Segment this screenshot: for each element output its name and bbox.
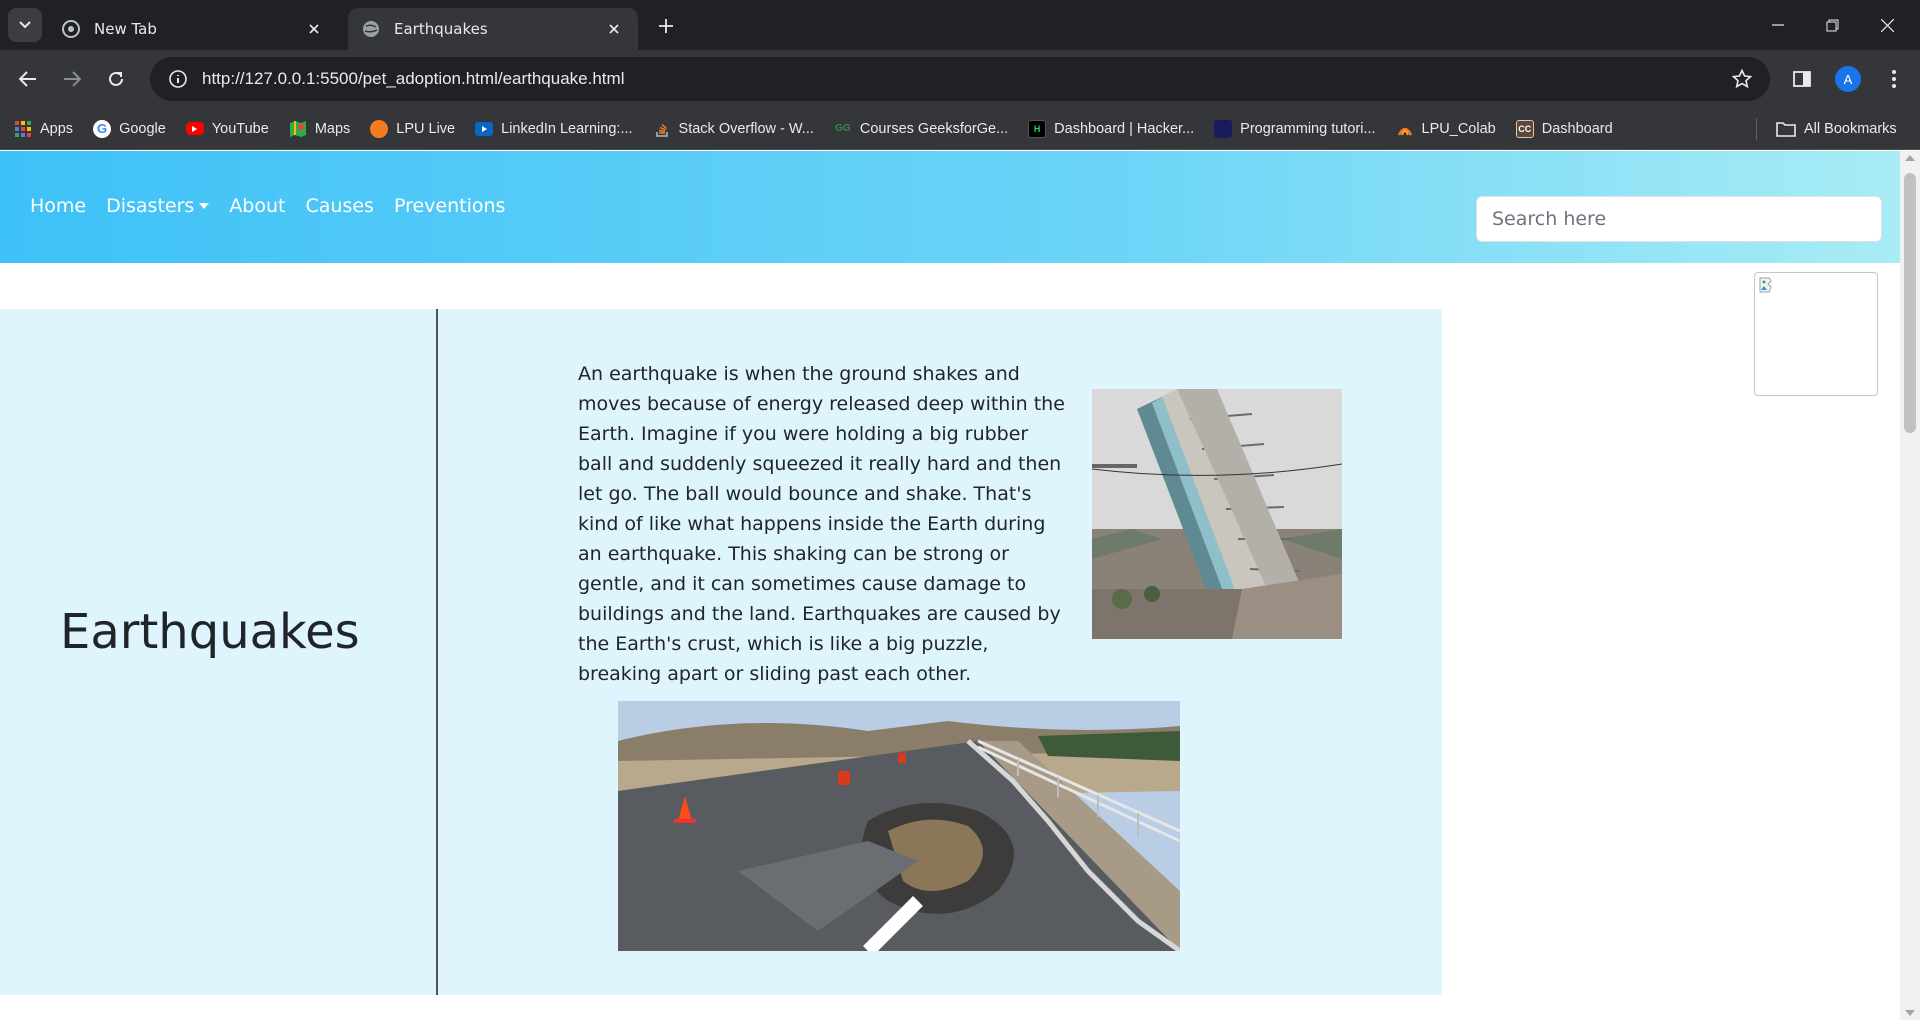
nav-preventions[interactable]: Preventions <box>394 195 505 217</box>
reload-icon <box>109 71 123 86</box>
profile-avatar[interactable]: A <box>1835 66 1861 92</box>
bookmark-label: Dashboard | Hacker... <box>1054 120 1195 137</box>
maps-icon <box>289 120 307 138</box>
bookmark-label: LPU Live <box>396 120 456 137</box>
restore-button[interactable] <box>1805 0 1860 50</box>
bookmark-hackerrank[interactable]: H Dashboard | Hacker... <box>1028 119 1195 138</box>
codechef-icon: CC <box>1515 119 1534 138</box>
bookmark-label: Courses GeeksforGe... <box>859 120 1009 137</box>
bookmarks-divider <box>1756 118 1757 140</box>
arrow-right-icon <box>64 71 81 87</box>
cracked-road-image <box>618 701 1180 951</box>
leaning-building-image <box>1092 389 1342 639</box>
bookmark-geeksforgeeks[interactable]: GG Courses GeeksforGe... <box>834 120 1008 138</box>
globe-icon <box>362 20 380 38</box>
linkedin-learning-icon <box>475 121 494 136</box>
apps-grid-icon <box>14 120 32 138</box>
back-button[interactable] <box>12 63 44 95</box>
bookmark-apps[interactable]: Apps <box>14 120 73 138</box>
tab-new-tab[interactable]: New Tab <box>48 8 338 50</box>
nav-disasters-dropdown[interactable]: Disasters <box>106 195 210 217</box>
nav-disasters-label: Disasters <box>106 195 195 217</box>
scrollbar-thumb[interactable] <box>1904 173 1916 433</box>
geeksforgeeks-icon: GG <box>835 123 851 134</box>
bookmark-star-icon[interactable] <box>1722 69 1762 89</box>
arrow-left-icon <box>19 71 36 87</box>
all-bookmarks-button[interactable]: All Bookmarks <box>1776 108 1897 150</box>
scroll-down-arrow-icon[interactable] <box>1905 1010 1915 1016</box>
page-viewport: Home Disasters About Causes Preventions … <box>0 151 1900 1020</box>
forward-button[interactable] <box>56 63 88 95</box>
bookmark-label: YouTube <box>211 120 269 137</box>
url-text[interactable]: http://127.0.0.1:5500/pet_adoption.html/… <box>202 69 1722 89</box>
nav-links: Home Disasters About Causes Preventions <box>30 195 525 217</box>
nav-about[interactable]: About <box>229 195 285 217</box>
bookmark-label: LinkedIn Learning:... <box>501 120 633 137</box>
bookmark-label: Apps <box>40 120 74 137</box>
stackoverflow-icon <box>653 120 671 138</box>
folder-icon <box>1776 122 1796 137</box>
close-tab-icon[interactable] <box>304 19 324 39</box>
nav-home[interactable]: Home <box>30 195 86 217</box>
kebab-menu-icon <box>1892 70 1896 88</box>
plus-icon <box>659 19 673 33</box>
site-info-icon[interactable] <box>158 69 198 89</box>
nav-causes[interactable]: Causes <box>306 195 374 217</box>
address-bar[interactable]: http://127.0.0.1:5500/pet_adoption.html/… <box>150 57 1770 101</box>
broken-image-icon <box>1759 277 1772 293</box>
bookmarks-bar: Apps G Google YouTube Maps LPU Live Link… <box>0 108 1920 150</box>
bookmark-dashboard[interactable]: CC Dashboard <box>1515 119 1613 138</box>
tab-earthquakes[interactable]: Earthquakes <box>348 8 638 50</box>
bookmark-label: Programming tutori... <box>1240 120 1376 137</box>
google-icon: G <box>93 119 112 138</box>
chrome-icon <box>62 20 80 38</box>
earthquake-description: An earthquake is when the ground shakes … <box>578 363 1065 685</box>
broken-image <box>1754 272 1878 396</box>
bookmark-maps[interactable]: Maps <box>289 120 350 138</box>
bookmark-label: Google <box>119 120 166 137</box>
lpu-live-icon <box>370 119 389 138</box>
earthquake-content-panel: Earthquakes An earthquake is when the gr… <box>0 309 1442 995</box>
programming-icon <box>1214 119 1233 138</box>
bookmark-label: Stack Overflow - W... <box>678 120 814 137</box>
bookmark-youtube[interactable]: YouTube <box>185 120 269 137</box>
minimize-icon <box>1771 24 1784 26</box>
page-title: Earthquakes <box>60 604 360 660</box>
heading-column: Earthquakes <box>0 309 438 995</box>
bookmark-lpu-colab[interactable]: LPU_Colab <box>1396 120 1496 138</box>
new-tab-button[interactable] <box>652 12 680 40</box>
scroll-up-arrow-icon[interactable] <box>1905 155 1915 161</box>
hackerrank-icon: H <box>1028 119 1047 138</box>
bookmark-label: Dashboard <box>1541 120 1613 137</box>
close-window-button[interactable] <box>1860 0 1915 50</box>
lpu-colab-icon <box>1396 120 1414 138</box>
tab-search-button[interactable] <box>8 8 42 42</box>
youtube-icon <box>185 122 204 135</box>
browser-toolbar: http://127.0.0.1:5500/pet_adoption.html/… <box>0 50 1920 108</box>
tab-title: Earthquakes <box>394 20 488 38</box>
site-navbar: Home Disasters About Causes Preventions <box>0 151 1900 263</box>
browser-tabstrip: New Tab Earthquakes <box>0 0 1920 50</box>
tab-title: New Tab <box>94 20 157 38</box>
bookmark-google[interactable]: G Google <box>93 119 166 138</box>
side-panel-button[interactable] <box>1786 63 1818 95</box>
chevron-down-icon <box>19 21 31 29</box>
bookmark-label: Maps <box>314 120 351 137</box>
bookmark-lpu-live[interactable]: LPU Live <box>370 119 456 138</box>
restore-icon <box>1826 19 1839 31</box>
close-icon <box>1881 18 1894 32</box>
menu-button[interactable] <box>1878 63 1910 95</box>
reload-button[interactable] <box>100 63 132 95</box>
bookmark-stack-overflow[interactable]: Stack Overflow - W... <box>653 120 814 138</box>
minimize-button[interactable] <box>1750 0 1805 50</box>
bookmark-programming-tutorials[interactable]: Programming tutori... <box>1214 119 1376 138</box>
close-tab-icon[interactable] <box>604 19 624 39</box>
side-panel-icon <box>1793 71 1811 87</box>
search-input[interactable] <box>1476 196 1882 242</box>
caret-down-icon <box>199 203 210 209</box>
page-scrollbar[interactable] <box>1900 151 1920 1020</box>
bookmark-linkedin-learning[interactable]: LinkedIn Learning:... <box>475 120 633 137</box>
all-bookmarks-label: All Bookmarks <box>1804 121 1897 137</box>
bookmark-label: LPU_Colab <box>1421 120 1496 137</box>
